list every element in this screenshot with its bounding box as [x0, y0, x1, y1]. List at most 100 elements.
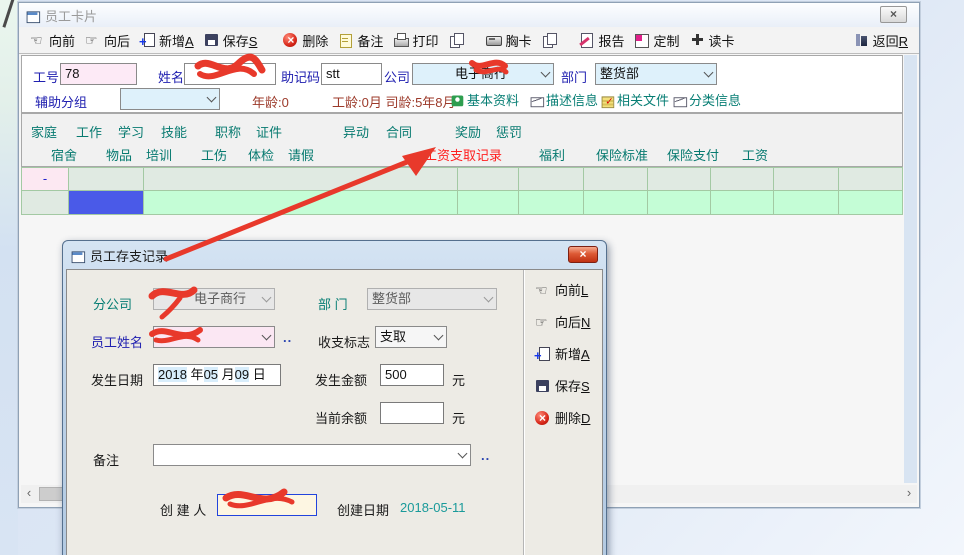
grid-cell[interactable] — [458, 167, 519, 191]
emp-name-combo[interactable] — [153, 326, 275, 348]
mnemonic-field[interactable]: stt — [321, 63, 382, 85]
grid-cell[interactable] — [648, 167, 711, 191]
grid-cell[interactable]: - — [21, 167, 69, 191]
balance-field[interactable] — [380, 402, 444, 424]
tab-title[interactable]: 职称 — [215, 122, 241, 141]
vertical-scrollbar[interactable] — [904, 55, 917, 483]
badge-preview-button[interactable] — [538, 31, 560, 49]
dialog-delete-button[interactable]: 删除D — [535, 408, 590, 427]
amount-field[interactable]: 500 — [380, 364, 444, 386]
dialog-dept-combo: 整货部 — [367, 288, 497, 310]
tab-reward[interactable]: 奖励 — [455, 122, 481, 141]
tab-dorm[interactable]: 宿舍 — [51, 145, 77, 164]
delete-button[interactable]: 删除 — [280, 30, 331, 51]
basic-info-link[interactable]: 基本资料 — [450, 90, 519, 109]
grid-row — [21, 191, 905, 215]
tab-skill[interactable]: 技能 — [161, 122, 187, 141]
tab-penalty[interactable]: 惩罚 — [496, 122, 522, 141]
floppy-icon — [204, 32, 220, 48]
emp-name-label: 员工姓名 — [91, 332, 143, 351]
grid-cell[interactable] — [69, 167, 144, 191]
emp-name-lookup-button[interactable]: .. — [283, 330, 292, 345]
grid-cell[interactable] — [519, 167, 584, 191]
report-icon — [579, 32, 595, 48]
chevron-down-icon[interactable] — [203, 89, 219, 109]
report-button[interactable]: 报告 — [576, 30, 627, 51]
new-button[interactable]: 新增A — [137, 30, 197, 51]
badge-button[interactable]: 胸卡 — [483, 30, 534, 51]
grid-cell[interactable] — [839, 191, 903, 215]
dept-combo[interactable]: 整货部 — [595, 63, 717, 85]
created-date-label: 创建日期 — [337, 500, 389, 519]
tab-transfer[interactable]: 异动 — [343, 122, 369, 141]
return-button[interactable]: 返回R — [851, 30, 911, 51]
note-label: 备注 — [93, 450, 119, 469]
grid-cell[interactable] — [774, 167, 839, 191]
remark-button[interactable]: 备注 — [335, 30, 386, 51]
chevron-down-icon[interactable] — [537, 64, 553, 84]
note-combo[interactable] — [153, 444, 471, 466]
tab-work[interactable]: 工作 — [76, 122, 102, 141]
grid-cell[interactable] — [774, 191, 839, 215]
backward-button[interactable]: 向后 — [82, 30, 133, 51]
scroll-left-icon[interactable]: ‹ — [21, 485, 37, 503]
tab-injury[interactable]: 工伤 — [201, 145, 227, 164]
chevron-down-icon[interactable] — [454, 445, 470, 465]
company-combo[interactable]: 电子商行 — [412, 63, 554, 85]
tab-salary[interactable]: 工资 — [742, 145, 768, 164]
scroll-right-icon[interactable]: › — [901, 485, 917, 503]
chevron-down-icon[interactable] — [430, 327, 446, 347]
grid-cell[interactable] — [839, 167, 903, 191]
tab-checkup[interactable]: 体检 — [248, 145, 274, 164]
tab-items[interactable]: 物品 — [106, 145, 132, 164]
chevron-down-icon[interactable] — [700, 64, 716, 84]
tab-insurance-pay[interactable]: 保险支付 — [667, 145, 719, 164]
grid-cell-selected[interactable] — [69, 191, 144, 215]
tab-contract[interactable]: 合同 — [386, 122, 412, 141]
chevron-down-icon — [258, 289, 274, 309]
grid-cell[interactable] — [21, 191, 69, 215]
forward-button[interactable]: 向前 — [27, 30, 78, 51]
dialog-new-button[interactable]: 新增A — [535, 344, 590, 363]
tab-credential[interactable]: 证件 — [256, 122, 282, 141]
dialog-close-button[interactable]: × — [568, 246, 598, 263]
print-button[interactable]: 打印 — [390, 30, 441, 51]
related-files-link[interactable]: 相关文件 — [600, 90, 669, 109]
record-grid: - — [21, 167, 905, 215]
dialog-save-button[interactable]: 保存S — [535, 376, 590, 395]
badge-icon — [486, 32, 502, 48]
emp-no-field[interactable]: 78 — [60, 63, 137, 85]
grid-cell[interactable] — [711, 167, 774, 191]
grid-cell[interactable] — [648, 191, 711, 215]
tab-insurance-standard[interactable]: 保险标准 — [596, 145, 648, 164]
date-field[interactable]: 2018 年05 月09 日 — [153, 364, 281, 386]
description-info-link[interactable]: 描述信息 — [529, 90, 598, 109]
dialog-forward-button[interactable]: 向前L — [535, 280, 588, 299]
grid-cell[interactable] — [584, 191, 648, 215]
chevron-down-icon[interactable] — [258, 327, 274, 347]
note-lookup-button[interactable]: .. — [481, 448, 490, 463]
person-icon — [451, 93, 464, 106]
grid-cell[interactable] — [519, 191, 584, 215]
tab-family[interactable]: 家庭 — [31, 122, 57, 141]
aux-group-combo[interactable] — [120, 88, 220, 110]
save-button[interactable]: 保存S — [201, 30, 261, 51]
name-field[interactable] — [184, 63, 276, 85]
classification-info-link[interactable]: 分类信息 — [672, 90, 741, 109]
read-card-button[interactable]: 读卡 — [687, 30, 738, 51]
grid-cell[interactable] — [458, 191, 519, 215]
tab-welfare[interactable]: 福利 — [539, 145, 565, 164]
grid-cell[interactable] — [584, 167, 648, 191]
dialog-backward-button[interactable]: 向后N — [535, 312, 590, 331]
grid-cell[interactable] — [144, 167, 458, 191]
grid-cell[interactable] — [144, 191, 458, 215]
tab-salary-withdraw-record[interactable]: 工资支取记录 — [424, 145, 502, 164]
tab-leave[interactable]: 请假 — [288, 145, 314, 164]
customize-button[interactable]: 定制 — [631, 30, 682, 51]
tab-study[interactable]: 学习 — [118, 122, 144, 141]
grid-cell[interactable] — [711, 191, 774, 215]
close-button[interactable]: × — [880, 6, 907, 23]
flag-combo[interactable]: 支取 — [375, 326, 447, 348]
tab-training[interactable]: 培训 — [146, 145, 172, 164]
print-preview-button[interactable] — [445, 31, 467, 49]
